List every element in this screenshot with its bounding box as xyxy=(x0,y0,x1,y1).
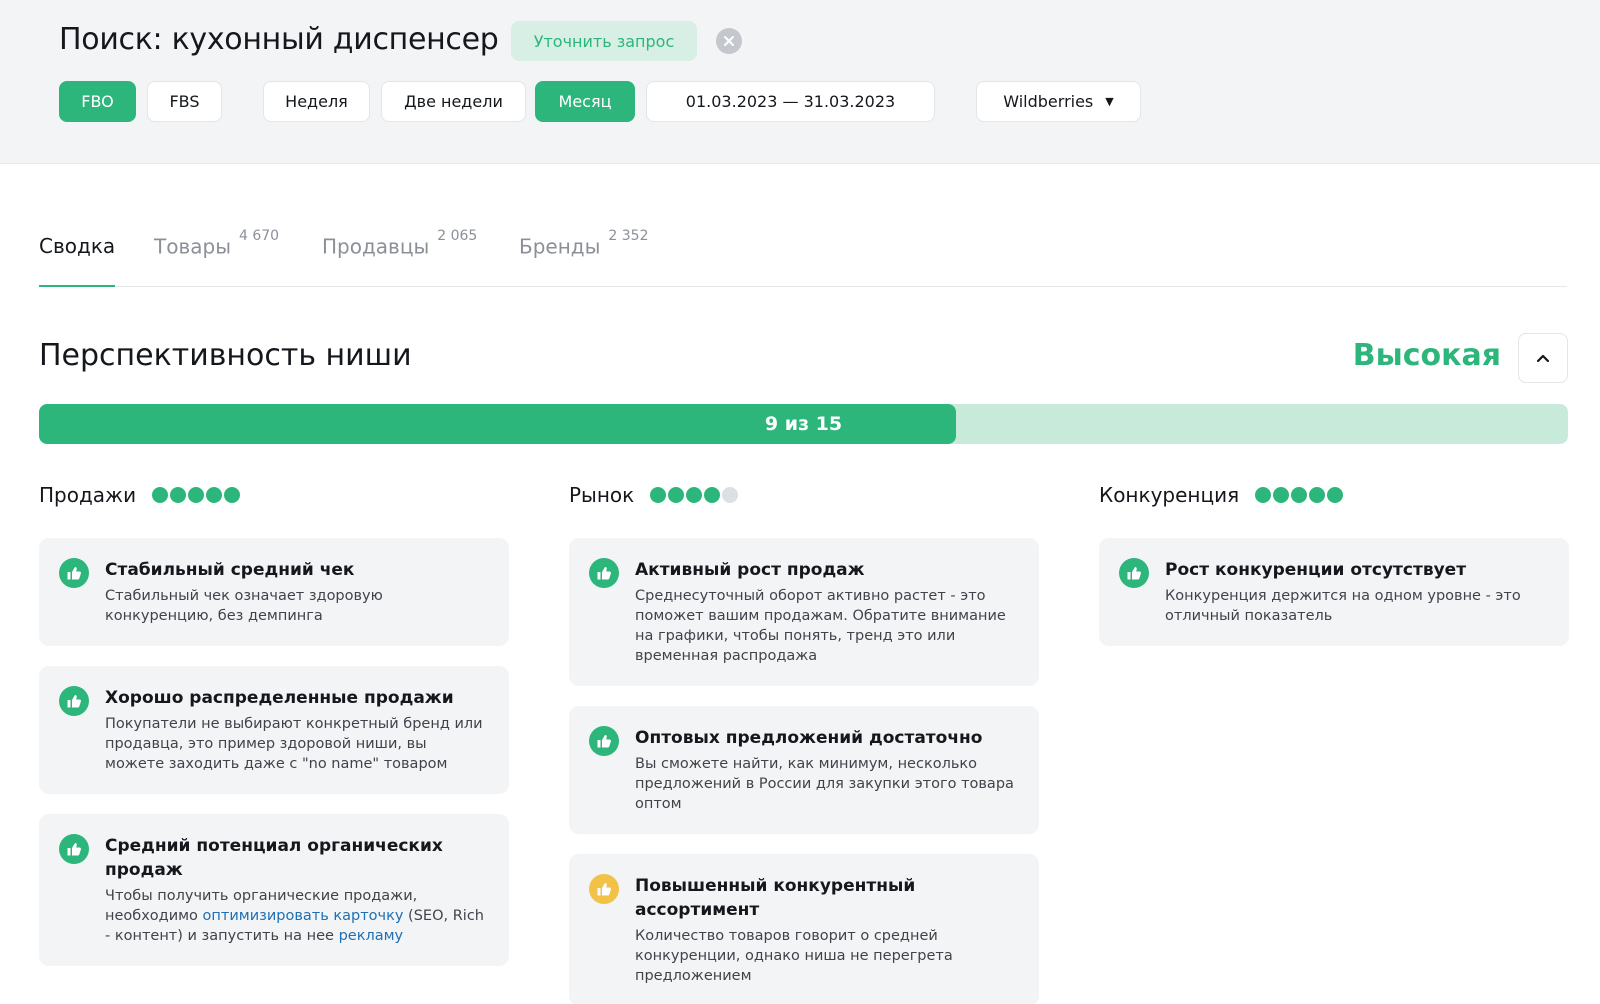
competition-rating-dots xyxy=(1255,487,1344,503)
rating-dot-filled xyxy=(152,487,169,503)
niche-rating: Высокая xyxy=(1352,338,1501,373)
collapse-button[interactable] xyxy=(1518,333,1568,383)
card-text: Количество товаров говорит о средней кон… xyxy=(635,928,953,984)
market-header: Рынок xyxy=(569,480,1039,510)
tab-brands[interactable]: Бренды 2 352 xyxy=(519,228,649,287)
refine-query-button[interactable]: Уточнить запрос xyxy=(511,21,697,61)
tab-sellers-count: 2 065 xyxy=(437,228,478,244)
sales-rating-dots xyxy=(152,487,241,503)
fulfillment-fbo-button[interactable]: FBO xyxy=(59,81,136,122)
niche-score-text: 9 из 15 xyxy=(764,413,843,435)
filter-header: Поиск: кухонный диспенсер Уточнить запро… xyxy=(0,0,1600,164)
competition-header: Конкуренция xyxy=(1099,480,1569,510)
niche-title: Перспективность ниши xyxy=(39,338,412,373)
rating-dot-filled xyxy=(704,487,721,503)
tab-summary[interactable]: Сводка xyxy=(39,234,116,287)
card-text: Вы сможете найти, как минимум, несколько… xyxy=(635,756,1014,812)
marketplace-label: Wildberries xyxy=(1003,92,1094,111)
sales-title: Продажи xyxy=(39,483,137,507)
period-two-weeks-button[interactable]: Две недели xyxy=(381,81,526,122)
rating-dot-filled xyxy=(188,487,205,503)
market-card-assortment: Повышенный конкурентный ассортимент Коли… xyxy=(569,854,1039,1004)
tab-sellers[interactable]: Продавцы 2 065 xyxy=(322,228,477,287)
card-text: Чтобы получить органические продажи, нео… xyxy=(105,886,489,946)
card-title: Хорошо распределенные продажи xyxy=(105,688,454,708)
optimize-card-link[interactable]: оптимизировать карточку xyxy=(203,908,404,924)
caret-down-icon: ▼ xyxy=(1105,95,1114,108)
market-card-growth: Активный рост продаж Среднесуточный обор… xyxy=(569,538,1039,686)
card-text: Покупатели не выбирают конкретный бренд … xyxy=(105,716,483,772)
tab-brands-label: Бренды xyxy=(519,234,601,259)
tab-summary-label: Сводка xyxy=(39,234,116,258)
card-title: Повышенный конкурентный ассортимент xyxy=(635,876,916,920)
thumbs-up-icon xyxy=(589,874,619,904)
card-text: Стабильный чек означает здоровую конкуре… xyxy=(105,588,383,624)
rating-dot-filled xyxy=(1291,487,1308,503)
date-range-picker[interactable]: 01.03.2023 — 31.03.2023 xyxy=(646,81,935,122)
card-text: Конкуренция держится на одном уровне - э… xyxy=(1165,588,1521,624)
period-month-button[interactable]: Месяц xyxy=(535,81,635,122)
market-rating-dots xyxy=(650,487,739,503)
search-title: Поиск: кухонный диспенсер xyxy=(59,22,499,57)
marketplace-select[interactable]: Wildberries ▼ xyxy=(976,81,1141,122)
chevron-up-icon xyxy=(1536,354,1550,363)
rating-dot-filled xyxy=(1327,487,1344,503)
sales-card-stable-check: Стабильный средний чек Стабильный чек оз… xyxy=(39,538,509,646)
thumbs-up-icon xyxy=(1119,558,1149,588)
rating-dot-filled xyxy=(650,487,667,503)
rating-dot-filled xyxy=(668,487,685,503)
rating-dot-filled xyxy=(1309,487,1326,503)
competition-column: Конкуренция Рост конкуренции отсутствует… xyxy=(1099,480,1569,646)
thumbs-up-icon xyxy=(589,558,619,588)
sales-card-organic: Средний потенциал органических продаж Чт… xyxy=(39,814,509,966)
rating-dot-filled xyxy=(686,487,703,503)
card-title: Рост конкуренции отсутствует xyxy=(1165,560,1467,580)
market-title: Рынок xyxy=(569,483,635,507)
thumbs-up-icon xyxy=(59,686,89,716)
section-tabs: Сводка Товары 4 670 Продавцы 2 065 Бренды 2… xyxy=(39,224,1567,287)
fulfillment-fbs-button[interactable]: FBS xyxy=(147,81,222,122)
tab-products-label: Товары xyxy=(154,234,231,259)
competition-card-no-growth: Рост конкуренции отсутствует Конкуренция… xyxy=(1099,538,1569,646)
tab-sellers-label: Продавцы xyxy=(322,234,430,259)
rating-dot-filled xyxy=(170,487,187,503)
competition-title: Конкуренция xyxy=(1099,483,1240,507)
rating-dot-filled xyxy=(1255,487,1272,503)
card-title: Средний потенциал органических продаж xyxy=(105,836,443,880)
rating-dot-filled xyxy=(224,487,241,503)
clear-search-button[interactable] xyxy=(716,28,742,54)
sales-card-distributed: Хорошо распределенные продажи Покупатели… xyxy=(39,666,509,794)
thumbs-up-icon xyxy=(589,726,619,756)
rating-dot-filled xyxy=(206,487,223,503)
sales-column: Продажи Стабильный средний чек Стабильны… xyxy=(39,480,509,966)
rating-dot-empty xyxy=(722,487,739,503)
card-title: Активный рост продаж xyxy=(635,560,865,580)
market-card-wholesale: Оптовых предложений достаточно Вы сможет… xyxy=(569,706,1039,834)
thumbs-up-icon xyxy=(59,558,89,588)
tab-products-count: 4 670 xyxy=(238,228,280,244)
period-week-button[interactable]: Неделя xyxy=(263,81,370,122)
sales-header: Продажи xyxy=(39,480,509,510)
tab-products[interactable]: Товары 4 670 xyxy=(154,228,279,287)
market-column: Рынок Активный рост продаж Среднесуточны… xyxy=(569,480,1039,1004)
niche-score-bar: 9 из 15 xyxy=(39,404,1568,444)
rating-dot-filled xyxy=(1273,487,1290,503)
advertising-link[interactable]: рекламу xyxy=(339,928,404,944)
thumbs-up-icon xyxy=(59,834,89,864)
card-title: Стабильный средний чек xyxy=(105,560,355,580)
tab-brands-count: 2 352 xyxy=(608,228,649,244)
card-text: Среднесуточный оборот активно растет - э… xyxy=(635,588,1006,664)
card-title: Оптовых предложений достаточно xyxy=(635,728,983,748)
close-icon xyxy=(724,36,734,46)
